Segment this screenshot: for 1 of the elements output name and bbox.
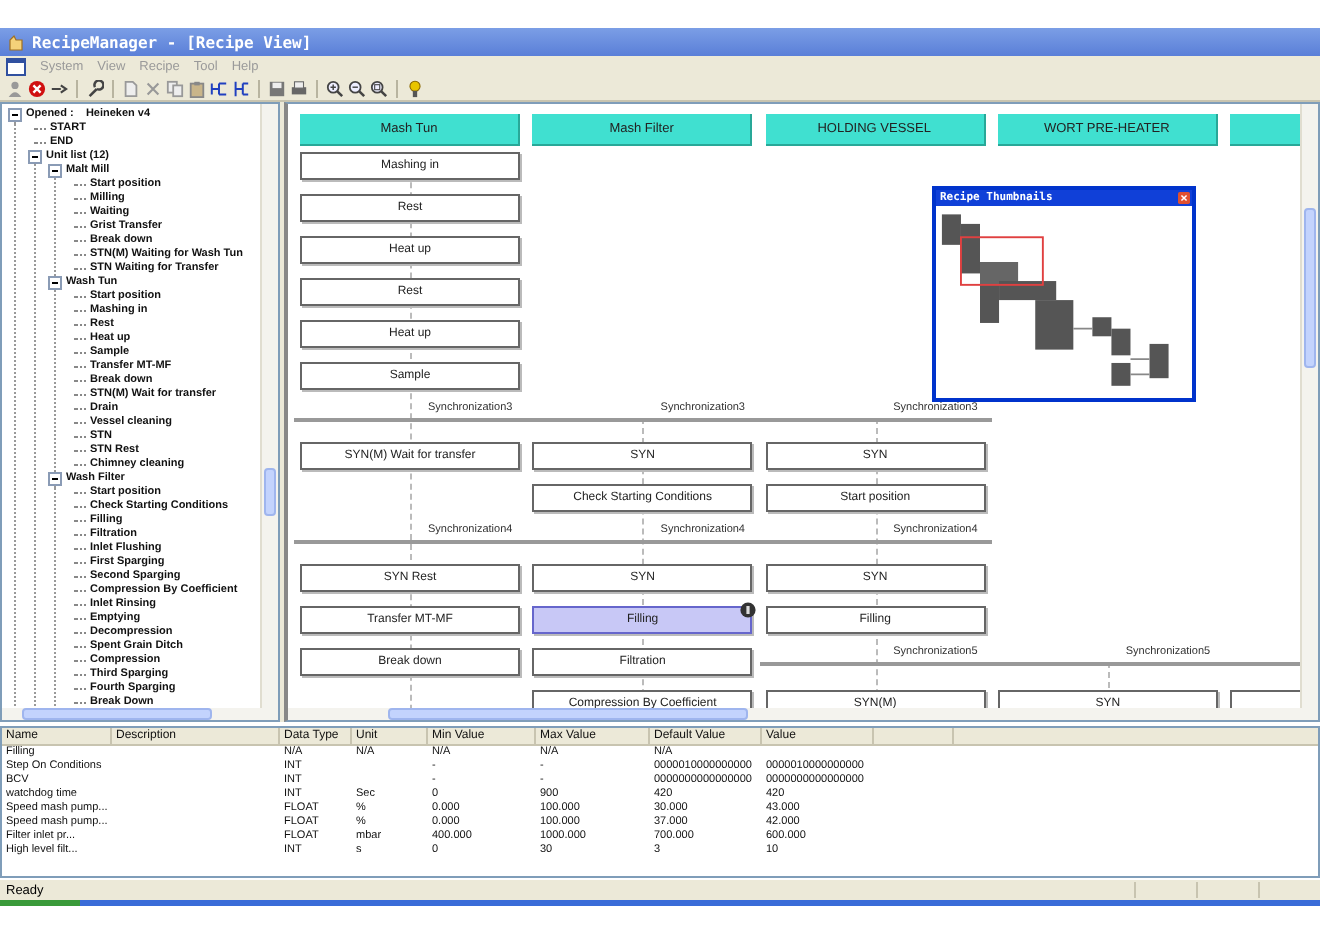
window-title: RecipeManager - [Recipe View]	[32, 33, 312, 51]
